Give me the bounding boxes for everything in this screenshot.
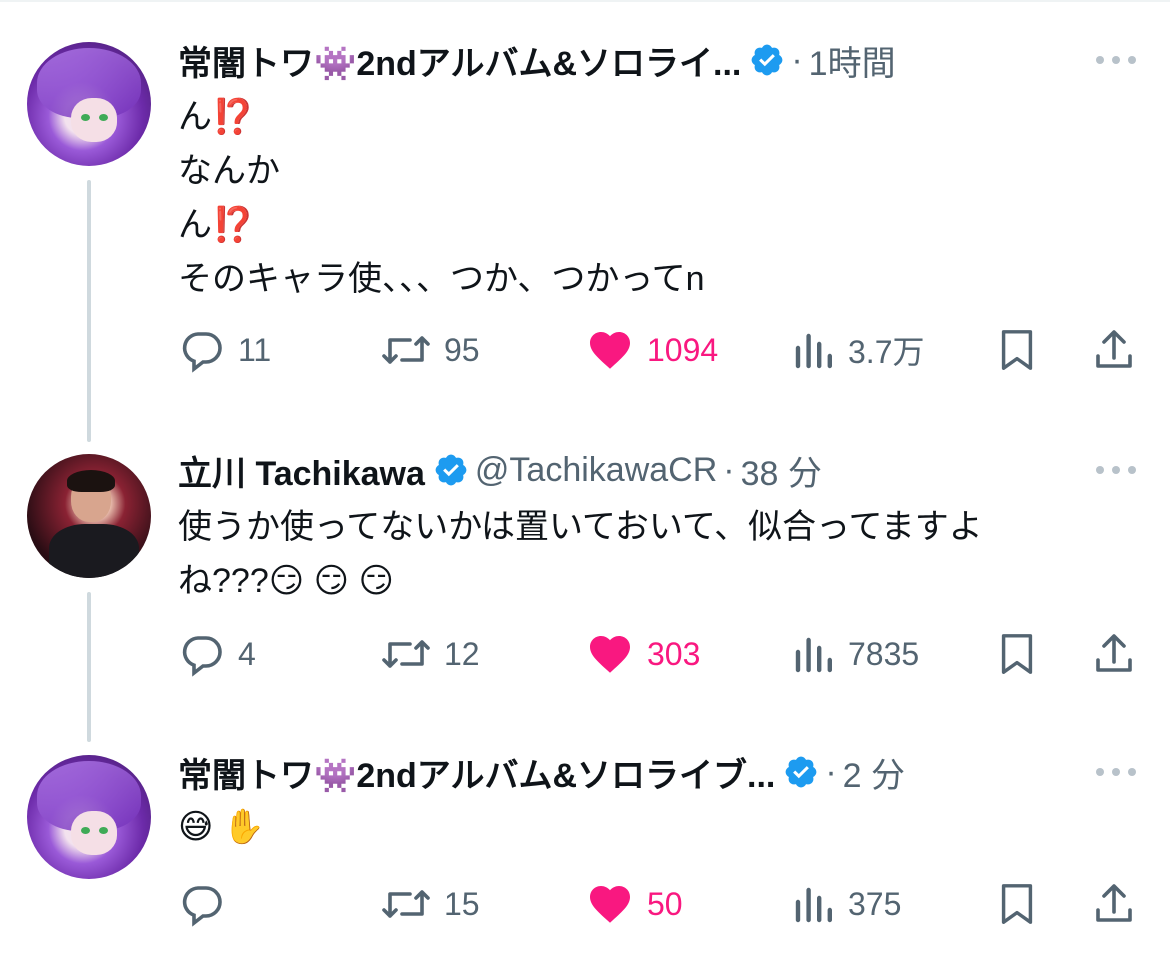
display-name[interactable]: 常闇トワ👾2ndアルバム&ソロライブ... [178,748,775,797]
reply-button[interactable]: 11 [178,320,271,380]
reply-icon [182,332,222,373]
views-icon [795,333,832,369]
action-bar: 15 50 375 [0,874,1170,934]
reply-icon [182,886,222,927]
view-count: 7835 [848,635,920,672]
like-icon [590,636,630,673]
tweet-line: そのキャラ使、、、つか、つかってn [178,260,705,298]
thread-line [87,180,91,442]
like-icon [590,886,630,923]
views-button[interactable]: 7835 [792,624,919,684]
bookmark-button[interactable] [994,624,1040,684]
display-name[interactable]: 常闇トワ👾2ndアルバム&ソロライ... [178,36,741,85]
avatar[interactable] [27,42,151,166]
views-button[interactable]: 3.7万 [792,320,925,380]
bookmark-button[interactable] [994,874,1040,934]
tweet-text: ん⁉️ なんか ん⁉️ そのキャラ使、、、つか、つかってn [178,90,705,306]
tweet-line: ん⁉️ [178,98,255,136]
share-icon [1096,634,1132,672]
tweet-line: ね???😏 😏 😏 [178,562,394,600]
views-icon [795,637,832,673]
reply-count: 4 [238,635,256,672]
avatar[interactable] [27,755,151,879]
verified-icon [751,44,783,76]
more-icon[interactable] [1096,38,1136,82]
display-name[interactable]: 立川 Tachikawa [178,446,425,495]
share-button[interactable] [1090,320,1138,380]
tweet-line: 使うか使ってないかは置いておいて、似合ってますよ [178,508,983,546]
reply-icon [182,636,222,677]
tweet-line: 😅 ✋ [178,808,266,846]
retweet-count: 12 [444,635,480,672]
view-count: 3.7万 [848,334,925,370]
retweet-button[interactable]: 12 [380,624,480,684]
views-icon [795,887,832,923]
retweet-count: 95 [444,331,480,368]
bookmark-button[interactable] [994,320,1040,380]
avatar[interactable] [27,454,151,578]
action-bar: 11 95 1094 3.7万 [0,320,1170,380]
view-count: 375 [848,885,902,922]
separator-dot: · [825,752,837,791]
tweet-header: 立川 Tachikawa @TachikawaCR · 38 分 [178,446,822,495]
bookmark-icon [1001,634,1033,674]
retweet-button[interactable]: 95 [380,320,480,380]
retweet-icon [382,640,430,668]
tweet-text: 使うか使ってないかは置いておいて、似合ってますよ ね???😏 😏 😏 [178,500,983,608]
like-icon [590,332,630,369]
reply-button[interactable]: 4 [178,624,256,684]
share-icon [1096,330,1132,368]
more-icon[interactable] [1096,448,1136,492]
bookmark-icon [1001,330,1033,370]
like-count: 50 [647,885,683,922]
retweet-count: 15 [444,885,480,922]
verified-icon [435,454,467,486]
retweet-icon [382,336,430,364]
tweet-line: ん⁉️ [178,206,255,244]
tweet-header: 常闇トワ👾2ndアルバム&ソロライ... · 1時間 [178,36,896,85]
like-count: 303 [647,635,701,672]
timestamp[interactable]: 38 分 [741,446,822,495]
separator-dot: · [723,450,735,489]
timestamp[interactable]: 2 分 [843,748,905,797]
retweet-icon [382,890,430,918]
share-button[interactable] [1090,624,1138,684]
bookmark-icon [1001,884,1033,924]
tweet-header: 常闇トワ👾2ndアルバム&ソロライブ... · 2 分 [178,748,905,797]
more-icon[interactable] [1096,750,1136,794]
share-button[interactable] [1090,874,1138,934]
action-bar: 4 12 303 7835 [0,624,1170,684]
retweet-button[interactable]: 15 [380,874,480,934]
separator-dot: · [791,40,803,79]
views-button[interactable]: 375 [792,874,901,934]
handle[interactable]: @TachikawaCR [475,451,717,490]
tweet-text: 😅 ✋ [178,800,265,854]
share-icon [1096,884,1132,922]
verified-icon [785,756,817,788]
like-count: 1094 [647,331,719,368]
top-divider [0,0,1170,2]
timestamp[interactable]: 1時間 [809,36,896,85]
like-button[interactable]: 303 [585,624,700,684]
tweet-line: なんか [178,152,280,190]
reply-count: 11 [238,331,272,368]
like-button[interactable]: 50 [585,874,683,934]
like-button[interactable]: 1094 [585,320,718,380]
reply-button[interactable] [178,874,238,934]
